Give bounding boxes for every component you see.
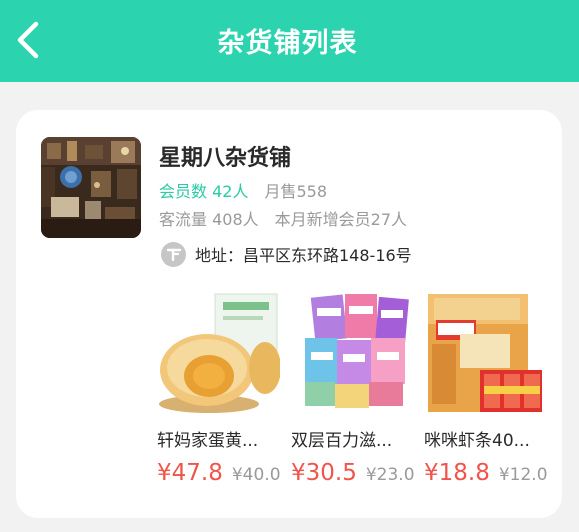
- product-card[interactable]: 双层百力滋... ¥30.5 ¥23.0: [291, 290, 418, 486]
- chevron-left-icon: [17, 21, 39, 59]
- monthly-sales: 月售558: [264, 182, 327, 201]
- product-price-row: ¥47.8 ¥40.0: [157, 460, 284, 486]
- product-image[interactable]: [424, 290, 547, 416]
- store-card[interactable]: 星期八杂货铺 会员数 42人 月售558 客流量 408人 本月新增会员27人 地址…: [16, 110, 562, 518]
- product-price: ¥18.8: [424, 460, 490, 486]
- product-original-price: ¥23.0: [365, 465, 415, 485]
- product-card[interactable]: 咪咪虾条40... ¥18.8 ¥12.0: [424, 290, 551, 486]
- header-bar: 杂货铺列表: [0, 0, 579, 82]
- page-title: 杂货铺列表: [217, 27, 358, 59]
- store-address: 地址：昌平区东环路148-16号: [195, 246, 412, 265]
- product-price-row: ¥18.8 ¥12.0: [424, 460, 551, 486]
- store-name: 星期八杂货铺: [159, 146, 292, 171]
- store-stats-row-1: 会员数 42人 月售558: [159, 178, 327, 202]
- store-stats-row-2: 客流量 408人 本月新增会员27人: [159, 206, 407, 230]
- product-original-price: ¥12.0: [498, 465, 548, 485]
- location-logo-icon: [161, 241, 186, 267]
- product-image[interactable]: [291, 290, 414, 416]
- member-count: 会员数 42人: [159, 182, 249, 201]
- address-row: 地址：昌平区东环路148-16号: [161, 241, 412, 267]
- back-button[interactable]: [8, 18, 48, 62]
- product-image[interactable]: [157, 290, 280, 416]
- product-card[interactable]: 轩妈家蛋黄... ¥47.8 ¥40.0: [157, 290, 284, 486]
- product-price: ¥30.5: [291, 460, 357, 486]
- product-original-price: ¥40.0: [231, 465, 281, 485]
- product-name: 咪咪虾条40...: [424, 431, 530, 451]
- product-name: 双层百力滋...: [291, 431, 393, 451]
- store-photo[interactable]: [41, 137, 141, 238]
- product-price: ¥47.8: [157, 460, 223, 486]
- product-name: 轩妈家蛋黄...: [157, 431, 259, 451]
- customer-traffic: 客流量 408人: [159, 210, 259, 229]
- new-members: 本月新增会员27人: [274, 210, 408, 229]
- product-price-row: ¥30.5 ¥23.0: [291, 460, 418, 486]
